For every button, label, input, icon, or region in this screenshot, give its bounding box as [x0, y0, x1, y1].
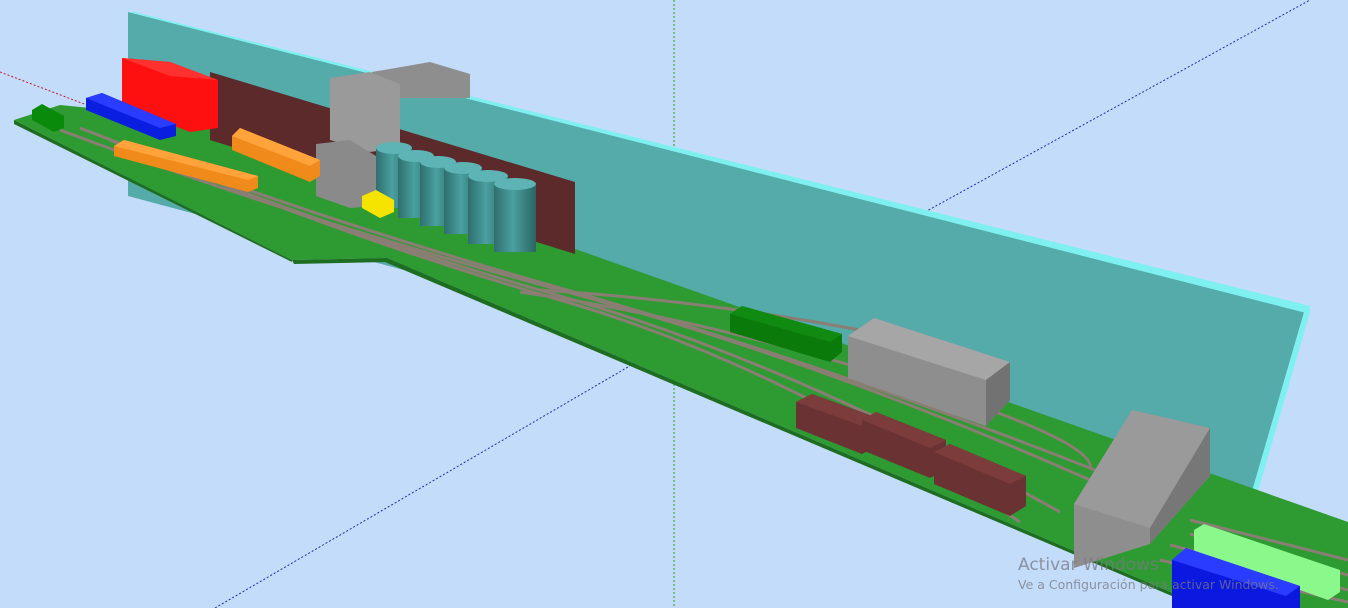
3d-viewport[interactable]: Activar Windows Ve a Configuración para … — [0, 0, 1348, 608]
blue-axis-line-right — [924, 0, 1311, 213]
blue-axis-line-left — [214, 359, 641, 608]
layout-scene[interactable] — [0, 0, 1348, 608]
red-axis-line — [0, 71, 101, 111]
